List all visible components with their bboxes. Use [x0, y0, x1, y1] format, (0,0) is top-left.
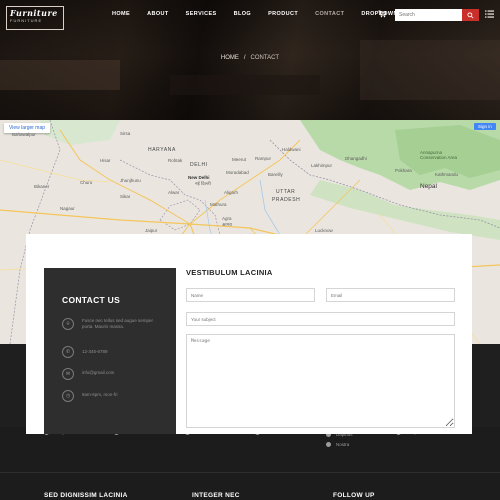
nav-contact[interactable]: CONTACT [315, 11, 344, 17]
map-label: DELHI [190, 162, 208, 168]
contact-page: Furniture FURNITURE HOME ABOUT SERVICES … [0, 0, 500, 500]
breadcrumb-current: CONTACT [250, 55, 280, 61]
footer-heading: INTEGER NEC [192, 492, 240, 499]
footer-heading: FOLLOW UP [333, 492, 375, 499]
contact-address: ⌾ Fusce nec tellus sed augue semper port… [62, 318, 160, 330]
clock-icon: ◷ [62, 390, 74, 402]
map-label: Bareilly [268, 172, 283, 177]
contact-phone: ✆ 12-345-6789 [62, 346, 160, 358]
map-label: Sikar [120, 194, 131, 199]
menu-icon[interactable] [485, 10, 494, 20]
map-label: Annapurna Conservation Area [420, 150, 458, 160]
message-field[interactable] [186, 334, 455, 428]
subject-field[interactable] [186, 312, 455, 326]
contact-info-panel: CONTACT US ⌾ Fusce nec tellus sed augue … [44, 268, 176, 434]
map-label: Agra [222, 216, 232, 221]
map-label: UTTAR [276, 189, 296, 195]
contact-email-text[interactable]: info@gmail.com [82, 370, 160, 376]
footer-link-label: Nostra [336, 442, 350, 447]
map-label: Mathura [210, 202, 227, 207]
search-button[interactable] [462, 9, 479, 21]
map-label: Alwar [168, 190, 180, 195]
contact-phone-text: 12-345-6789 [82, 349, 108, 354]
map-label: Meerut [232, 157, 247, 162]
map-sign-in-button[interactable]: Sign in [474, 123, 496, 130]
form-title: VESTIBULUM LACINIA [186, 268, 273, 277]
map-label: HARYANA [148, 147, 176, 153]
map-label: आगरा [222, 222, 233, 227]
map-label: Bikaner [34, 184, 50, 189]
logo-tagline: FURNITURE [10, 18, 43, 23]
bullet-icon [326, 442, 331, 447]
nav-home[interactable]: HOME [112, 11, 130, 17]
map-label: Dhangadhi [345, 156, 367, 161]
contact-hours-text: 9am-6pm, mon-fri [82, 392, 118, 397]
contact-email: ✉ info@gmail.com [62, 368, 160, 380]
location-icon: ⌾ [62, 318, 74, 330]
map-label: Jhunjhunu [120, 178, 141, 183]
map-label: PRADESH [272, 197, 301, 203]
breadcrumb-separator: / [243, 55, 246, 61]
nav-about[interactable]: ABOUT [147, 11, 169, 17]
contact-title: CONTACT US [62, 295, 121, 305]
main-nav: HOME ABOUT SERVICES BLOG PRODUCT CONTACT… [112, 11, 420, 17]
breadcrumb-home[interactable]: HOME [221, 55, 239, 61]
map-label: Lucknow [315, 228, 333, 233]
footer-heading: SED DIGNISSIM LACINIA [44, 492, 128, 499]
map-label: Kathmandu [435, 172, 459, 177]
nav-product[interactable]: PRODUCT [268, 11, 298, 17]
map-label: Nagaur [60, 206, 75, 211]
map-label: नई दिल्ली [195, 181, 211, 186]
search-input[interactable] [395, 9, 462, 21]
site-logo[interactable]: Furniture FURNITURE [6, 6, 64, 30]
map-label: Jaipur [145, 228, 158, 233]
map-label: Rohtak [168, 158, 183, 163]
map-label: Lakhimpur [311, 163, 333, 168]
map-label: Sirsa [120, 131, 131, 136]
phone-icon: ✆ [62, 346, 74, 358]
mail-icon: ✉ [62, 368, 74, 380]
cart-icon[interactable] [378, 10, 387, 20]
search-icon [467, 11, 474, 18]
map-label: Nepal [420, 183, 437, 190]
footer [0, 427, 500, 500]
map-label: Bahawalpur [12, 132, 36, 137]
email-field[interactable] [326, 288, 455, 302]
breadcrumb: HOME / CONTACT [0, 55, 500, 61]
footer-link[interactable]: Nostra [326, 442, 349, 447]
contact-hours: ◷ 9am-6pm, mon-fri [62, 390, 160, 402]
map-label: New Delhi [188, 175, 210, 180]
name-field[interactable] [186, 288, 315, 302]
map-label: Hisar [100, 158, 111, 163]
nav-blog[interactable]: BLOG [234, 11, 252, 17]
nav-services[interactable]: SERVICES [186, 11, 217, 17]
search-box [395, 9, 479, 21]
map-label: Moradabad [226, 170, 249, 175]
map-label: Pokhara [395, 168, 412, 173]
footer-divider [0, 472, 500, 473]
contact-address-text: Fusce nec tellus sed augue semper porta.… [82, 318, 154, 329]
logo-name: Furniture [10, 8, 58, 18]
map-label: Haldwani [282, 147, 301, 152]
hero-banner: Furniture FURNITURE HOME ABOUT SERVICES … [0, 0, 500, 120]
map-label: Rampur [255, 156, 272, 161]
map-label: Churu [80, 180, 93, 185]
map-label: Aligarh [224, 190, 239, 195]
